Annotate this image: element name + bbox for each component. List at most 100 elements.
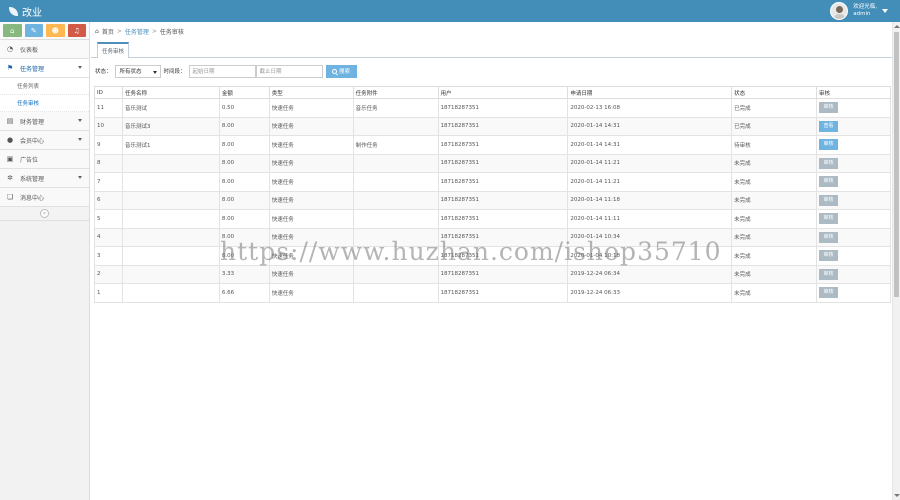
caret-down-icon[interactable]	[882, 9, 888, 13]
user-menu[interactable]: 欢迎光临, admin	[830, 2, 888, 20]
column-header[interactable]: 申请日期	[567, 86, 733, 99]
table-row[interactable]: 1 6.66 快速任务 18718287351 2019-12-24 06:33 未完成审…	[94, 283, 891, 303]
table-row[interactable]: 11 音乐测试 0.50 快速任务 音乐任务 18718287351 2020-02-13 …	[94, 98, 891, 118]
audit-button[interactable]: 审核	[819, 102, 839, 114]
scroll-up-icon[interactable]	[894, 25, 900, 28]
sidebar-item[interactable]: ▣ 广告位	[0, 150, 89, 169]
column-header[interactable]: 金额	[218, 86, 270, 99]
search-button[interactable]: 搜索	[325, 64, 357, 78]
cell-amount: 8.00	[218, 191, 270, 210]
table-row[interactable]: 10 音乐测试3 8.00 快速任务 18718287351 2020-01-14 14:…	[94, 117, 891, 136]
users-icon[interactable]: ☻	[46, 24, 65, 37]
chevron-down-icon	[78, 119, 82, 122]
cell-attach	[352, 172, 439, 192]
cell-name	[121, 209, 220, 229]
cell-id: 6	[94, 191, 123, 210]
cell-name	[121, 191, 220, 210]
brand[interactable]: 改业	[9, 4, 42, 19]
cell-name	[121, 228, 220, 247]
signal-icon[interactable]: ⌂	[3, 24, 22, 37]
cell-status: 未完成	[731, 172, 818, 192]
breadcrumb-parent[interactable]: 任务管理	[125, 27, 149, 36]
column-header[interactable]: 类型	[268, 86, 354, 99]
cell-op: 审核	[816, 265, 891, 284]
column-header[interactable]: 用户	[437, 86, 569, 99]
scrollbar-thumb[interactable]	[894, 32, 899, 297]
sidebar-subitem[interactable]: 任务审核	[0, 95, 89, 112]
cell-attach	[352, 154, 439, 173]
cell-type: 快速任务	[268, 265, 354, 284]
column-header[interactable]: 状态	[731, 86, 818, 99]
user-icon: ●	[6, 136, 14, 144]
cell-op: 审核	[816, 135, 891, 155]
column-header[interactable]: 任务名称	[121, 86, 220, 99]
sidebar-item-label: 财务管理	[20, 118, 45, 126]
pencil-icon[interactable]: ✎	[24, 24, 43, 37]
cogs-icon: ✲	[7, 174, 13, 182]
audit-button[interactable]: 审核	[819, 287, 839, 299]
scroll-down-icon[interactable]	[894, 494, 900, 497]
cell-status: 未完成	[731, 283, 818, 303]
cell-op: 审核	[816, 191, 891, 210]
column-header[interactable]: ID	[94, 86, 123, 99]
cell-id: 4	[94, 228, 123, 247]
audit-button[interactable]: 审核	[819, 194, 839, 206]
cell-amount: 8.00	[218, 135, 270, 155]
sidebar-item[interactable]: ✲ 系统管理	[0, 169, 89, 188]
audit-button[interactable]: 审核	[819, 139, 839, 151]
cell-attach: 制作任务	[352, 135, 439, 155]
column-header[interactable]: 任务附件	[352, 86, 439, 99]
cell-name: 音乐测试	[121, 98, 220, 118]
bell-icon[interactable]: ♫	[67, 24, 86, 37]
cell-id: 11	[94, 98, 123, 118]
table-row[interactable]: 9 音乐测试1 8.00 快速任务 制作任务 18718287351 2020-01-14 …	[94, 135, 891, 155]
cell-amount: 8.00	[218, 154, 270, 173]
chevron-down-icon	[78, 66, 82, 69]
sidebar-item[interactable]: ● 会员中心	[0, 131, 89, 150]
chevron-down-icon	[78, 138, 82, 141]
cell-date: 2020-01-14 10:34	[567, 228, 733, 247]
cell-date: 2019-12-24 06:33	[567, 283, 733, 303]
audit-button[interactable]: 审核	[819, 176, 839, 188]
table-row[interactable]: 4 8.00 快速任务 18718287351 2020-01-14 10:34 未完成审…	[94, 228, 891, 247]
avatar[interactable]	[830, 2, 849, 20]
tab-task-audit[interactable]: 任务审核	[97, 42, 130, 58]
breadcrumb-home[interactable]: 首页	[102, 27, 114, 36]
cell-amount: 8.00	[218, 172, 270, 192]
sidebar-item[interactable]: ❏ 消息中心	[0, 188, 89, 207]
start-date-input[interactable]: 起始日期	[188, 64, 256, 78]
table-row[interactable]: 8 8.00 快速任务 18718287351 2020-01-14 11:21 未完成审…	[94, 154, 891, 173]
breadcrumb-sep: >	[116, 27, 122, 35]
audit-button[interactable]: 审核	[819, 157, 839, 169]
vertical-scrollbar[interactable]	[892, 22, 900, 500]
cell-status: 未完成	[731, 228, 818, 247]
table-row[interactable]: 6 8.00 快速任务 18718287351 2020-01-14 11:18 未完成审…	[94, 191, 891, 210]
column-header[interactable]: 审核	[816, 86, 891, 99]
user-info: 欢迎光临, admin	[853, 4, 877, 18]
cell-attach	[352, 246, 439, 266]
table-row[interactable]: 3 8.00 快速任务 18718287351 2020-01-04 10:18 未完成审…	[94, 246, 891, 266]
status-select[interactable]: 所有状态	[114, 64, 161, 78]
breadcrumb-current: 任务审核	[159, 28, 184, 36]
task-table: ID 任务名称 金额 类型 任务附件 用户 申请日期 状态 审核 11 音乐测试 0.50 快速任务音…	[94, 86, 891, 303]
end-date-input[interactable]: 截止日期	[255, 64, 323, 78]
double-angle-left-icon[interactable]: «	[40, 209, 49, 218]
cell-amount: 8.00	[218, 209, 270, 229]
audit-button[interactable]: 查看	[819, 120, 839, 132]
cell-op: 查看	[816, 117, 891, 136]
audit-button[interactable]: 审核	[819, 231, 839, 243]
sidebar-item[interactable]: ◔ 仪表板	[0, 40, 89, 59]
table-row[interactable]: 7 8.00 快速任务 18718287351 2020-01-14 11:21 未完成审…	[94, 172, 891, 192]
cell-date: 2020-01-04 10:18	[567, 246, 733, 266]
sidebar-item[interactable]: ⚑ 任务管理	[0, 59, 89, 78]
audit-button[interactable]: 审核	[819, 268, 839, 280]
audit-button[interactable]: 审核	[819, 213, 839, 225]
audit-button[interactable]: 审核	[819, 250, 839, 262]
cell-attach	[352, 228, 439, 247]
sidebar-item[interactable]: ▤ 财务管理	[0, 112, 89, 131]
table-row[interactable]: 2 3.33 快速任务 18718287351 2019-12-24 06:34 未完成审…	[94, 265, 891, 284]
cell-id: 2	[94, 265, 123, 284]
table-row[interactable]: 5 8.00 快速任务 18718287351 2020-01-14 11:11 未完成审…	[94, 209, 891, 229]
bookmark-icon: ❏	[6, 193, 14, 201]
sidebar-subitem[interactable]: 任务列表	[0, 78, 89, 95]
